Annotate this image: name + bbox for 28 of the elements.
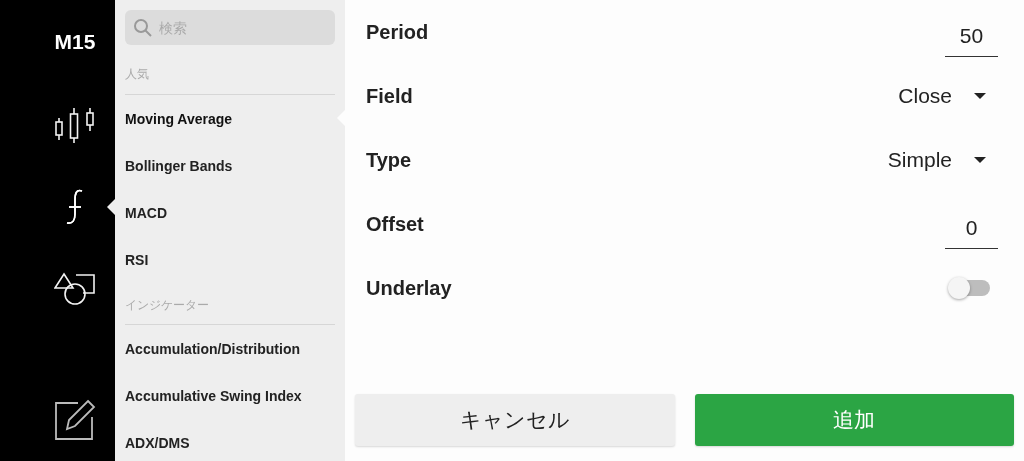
indicator-item[interactable]: Accumulation/Distribution <box>125 325 345 372</box>
caret-icon <box>974 157 986 163</box>
indicator-item[interactable]: MACD <box>125 189 345 236</box>
setting-label: Period <box>366 20 429 44</box>
setting-label: Type <box>366 148 412 172</box>
number-field[interactable]: 50 <box>945 17 998 57</box>
section-header: 人気 <box>125 66 149 83</box>
indicator-item[interactable]: Accumulative Swing Index <box>125 372 345 419</box>
indicator-item[interactable]: ADX/DMS <box>125 419 345 461</box>
indicator-item[interactable]: Bollinger Bands <box>125 142 345 189</box>
candles-icon[interactable] <box>54 106 96 144</box>
cancel-button[interactable]: キャンセル <box>355 394 675 446</box>
setting-label: Underlay <box>366 276 452 300</box>
setting-label: Offset <box>366 212 424 236</box>
indicator-item[interactable]: Moving Average <box>125 95 345 142</box>
dropdown[interactable]: Close <box>898 84 986 108</box>
toggle-switch[interactable] <box>950 280 990 296</box>
edit-icon[interactable] <box>54 399 96 441</box>
shapes-icon[interactable] <box>54 272 96 306</box>
function-icon[interactable] <box>65 188 85 226</box>
setting-label: Field <box>366 84 413 108</box>
number-field[interactable]: 0 <box>945 209 998 249</box>
indicator-item[interactable]: RSI <box>125 236 345 283</box>
search-icon <box>133 18 153 38</box>
caret-icon <box>974 93 986 99</box>
timeframe-label[interactable]: M15 <box>0 0 115 84</box>
section-header: インジケーター <box>125 297 209 314</box>
dropdown[interactable]: Simple <box>887 148 986 172</box>
